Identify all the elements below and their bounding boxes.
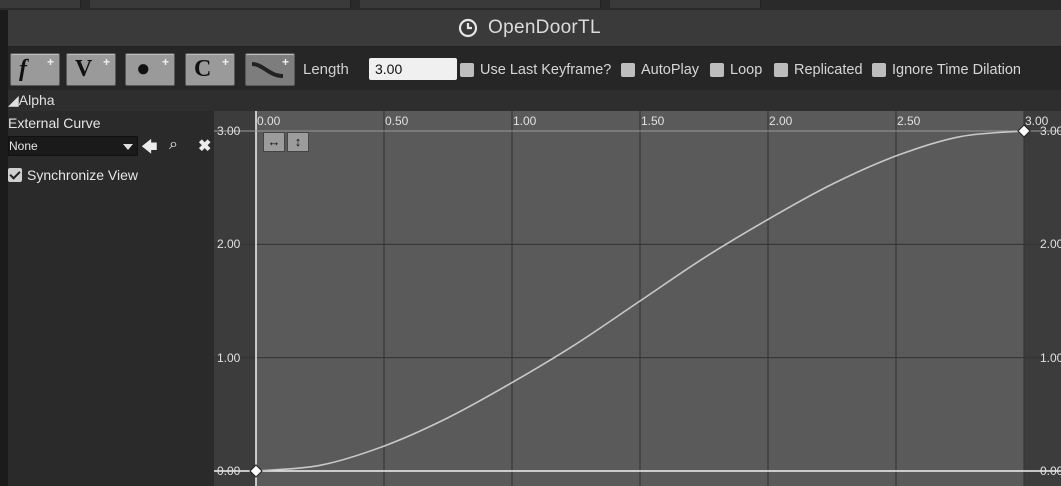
loop-checkbox[interactable]: Loop <box>710 62 762 78</box>
add-external-curve-button[interactable]: + <box>245 53 295 86</box>
checkbox-label: Replicated <box>794 62 863 78</box>
zoom-fit-horizontal-button[interactable]: ↔ <box>263 132 285 152</box>
plus-icon: + <box>46 55 54 69</box>
y-axis-tick-label-right: 1.00 <box>1040 350 1061 365</box>
y-axis-tick-label-right: 0.00 <box>1040 464 1061 478</box>
x-axis-tick-label: 2.00 <box>769 114 793 128</box>
clear-icon[interactable]: ✖ <box>198 136 211 156</box>
x-axis-tick-label: 0.50 <box>385 114 409 128</box>
add-vector-track-button[interactable]: V + <box>66 53 116 86</box>
external-curve-label: External Curve <box>8 115 101 131</box>
zoom-fit-vertical-button[interactable]: ↕ <box>287 132 309 152</box>
checkbox-box[interactable] <box>774 63 788 77</box>
checkbox-label: AutoPlay <box>641 62 700 78</box>
x-axis-tick-label: 1.50 <box>641 114 665 128</box>
use-last-keyframe-checkbox[interactable]: Use Last Keyframe? <box>460 62 611 78</box>
function-icon: f <box>19 56 27 82</box>
external-curve-dropdown[interactable]: None <box>8 136 138 156</box>
checkbox-box[interactable] <box>8 168 22 182</box>
curve-editor-graph[interactable]: 0.00 0.50 1.00 1.50 2.00 2.50 3.00 3.00 2.00 1.00… <box>214 111 1061 486</box>
checkbox-box[interactable] <box>872 63 886 77</box>
collapse-arrow-icon[interactable]: ◢ <box>8 92 19 108</box>
use-selected-arrow-icon[interactable]: 🡄 <box>141 136 158 163</box>
x-axis-tick-label: 1.00 <box>513 114 537 128</box>
x-axis-tick-label: 0.00 <box>257 114 281 128</box>
synchronize-view-checkbox[interactable]: Synchronize View <box>8 167 138 183</box>
vector-icon: V <box>75 56 93 82</box>
event-icon: ● <box>136 56 151 82</box>
search-icon[interactable]: ⌕ <box>169 136 178 154</box>
curve-canvas[interactable] <box>214 111 1061 486</box>
clock-icon <box>458 18 478 38</box>
checkbox-label: Ignore Time Dilation <box>892 62 1021 78</box>
ignore-time-dilation-checkbox[interactable]: Ignore Time Dilation <box>872 62 1021 78</box>
add-float-track-button[interactable]: f + <box>10 53 60 86</box>
length-label: Length <box>303 61 349 78</box>
out-of-range-region-right <box>1024 111 1061 486</box>
y-axis-tick-label-left: 0.00 <box>217 464 241 478</box>
top-tab-strip <box>0 0 1061 10</box>
y-axis-tick-label-right: 3.00 <box>1040 124 1061 138</box>
track-header[interactable]: ◢Alpha <box>8 90 1061 111</box>
chevron-down-icon <box>123 144 133 150</box>
plus-icon: + <box>161 55 169 69</box>
checkbox-box[interactable] <box>621 63 635 77</box>
y-axis-tick-label-left: 2.00 <box>217 237 241 252</box>
timeline-toolbar: f + V + ● + C + + Length Use Last Keyfra… <box>8 47 1061 90</box>
x-axis-tick-label: 2.50 <box>897 114 921 128</box>
add-color-track-button[interactable]: C + <box>185 53 235 86</box>
plus-icon: + <box>221 55 229 69</box>
track-name: ◢Alpha <box>8 92 55 108</box>
y-axis-tick-label-right: 2.00 <box>1040 237 1061 252</box>
plus-icon: + <box>102 55 110 69</box>
plus-icon: + <box>281 55 289 69</box>
timeline-title-bar: OpenDoorTL <box>8 10 1061 47</box>
dropdown-value: None <box>9 139 38 153</box>
add-event-track-button[interactable]: ● + <box>125 53 175 86</box>
y-axis-tick-label-left: 3.00 <box>217 124 241 138</box>
autoplay-checkbox[interactable]: AutoPlay <box>621 62 699 78</box>
checkbox-box[interactable] <box>460 63 474 77</box>
checkbox-label: Synchronize View <box>27 167 139 183</box>
color-track-icon: C <box>194 56 212 82</box>
out-of-range-region-left <box>214 111 256 486</box>
y-axis-tick-label-left: 1.00 <box>217 350 241 365</box>
replicated-checkbox[interactable]: Replicated <box>774 62 863 78</box>
timeline-title: OpenDoorTL <box>488 17 601 38</box>
checkbox-label: Loop <box>730 62 763 78</box>
length-input[interactable] <box>369 58 457 80</box>
checkbox-label: Use Last Keyframe? <box>480 62 612 78</box>
track-settings-panel: External Curve None 🡄 ⌕ ✖ Synchronize Vi… <box>8 111 214 486</box>
checkbox-box[interactable] <box>710 63 724 77</box>
